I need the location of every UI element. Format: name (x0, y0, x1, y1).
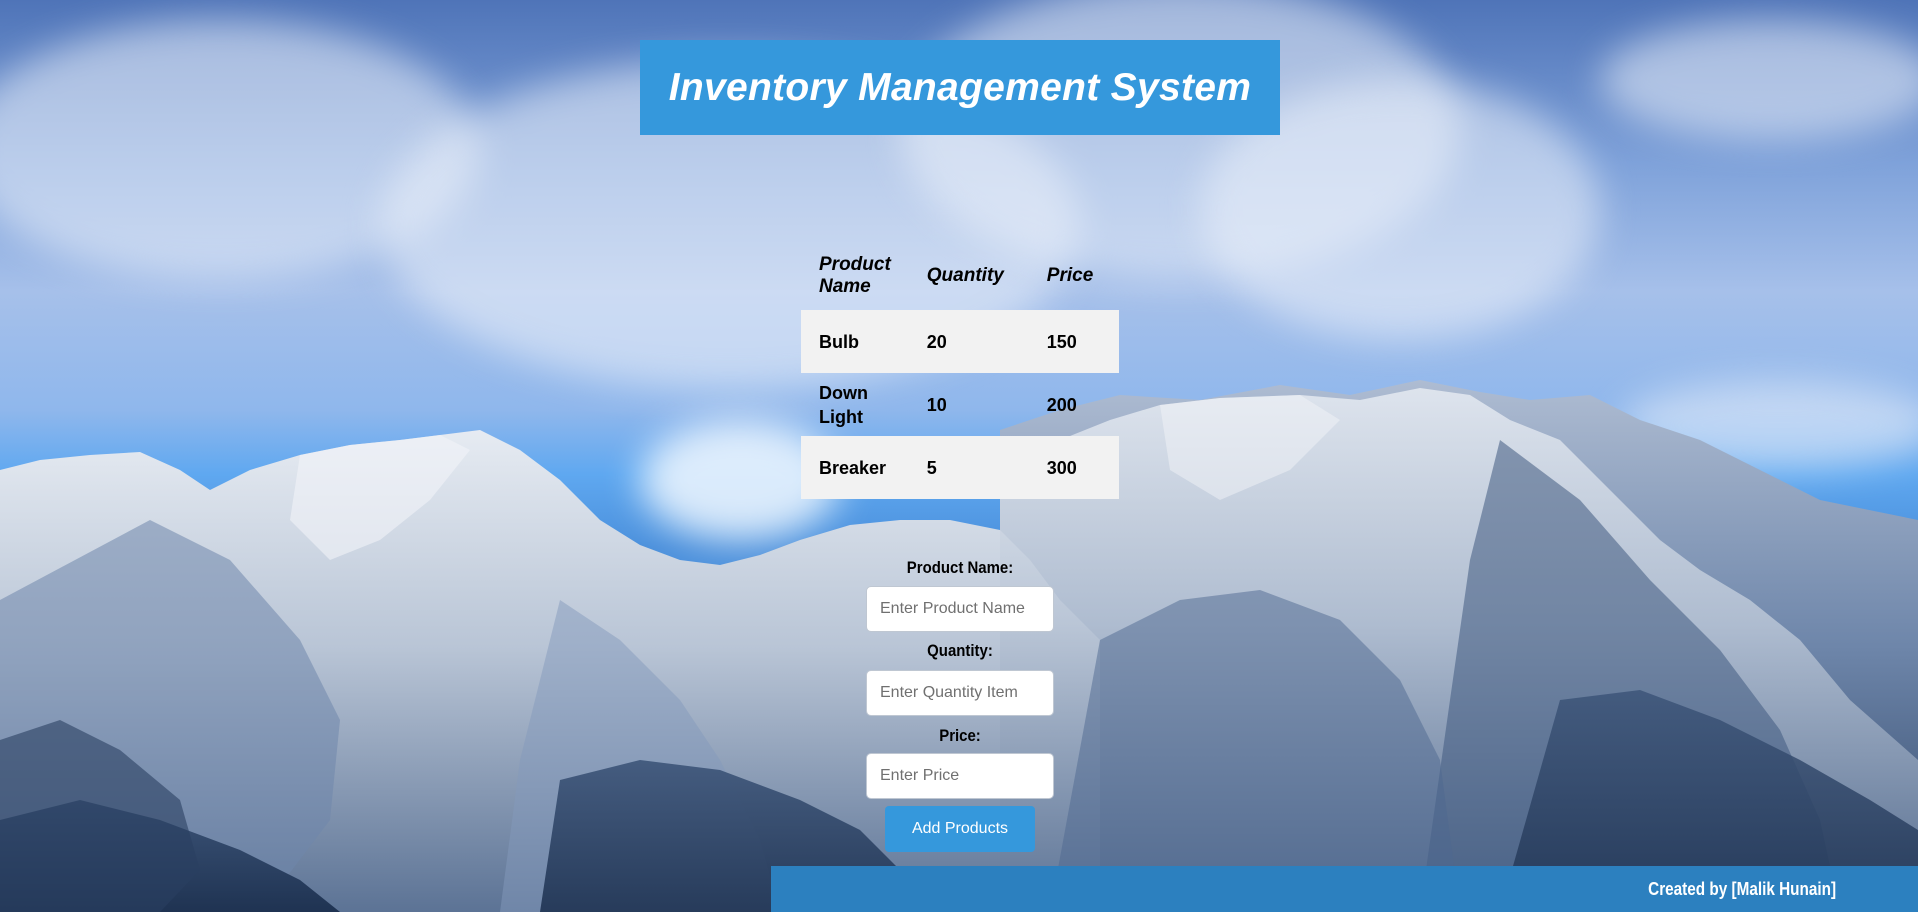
quantity-label: Quantity: (927, 641, 993, 660)
quantity-input[interactable] (866, 670, 1054, 716)
price-input[interactable] (866, 753, 1054, 799)
table-header: Product Name Quantity Price (801, 242, 1119, 310)
footer-bar: Created by [Malik Hunain] (771, 866, 1918, 912)
page-title: Inventory Management System (668, 65, 1252, 109)
table-header-row: Product Name Quantity Price (801, 242, 1119, 310)
product-name-label: Product Name: (906, 558, 1014, 577)
cell-quantity: 5 (908, 436, 1029, 499)
table-row: Breaker 5 300 (801, 436, 1119, 499)
table-row: Bulb 20 150 (801, 310, 1119, 373)
column-header-price: Price (1046, 265, 1094, 286)
header-banner: Inventory Management System (640, 40, 1280, 135)
column-header-product-name: Product Name (819, 254, 891, 297)
cell-price: 300 (1028, 436, 1119, 499)
cell-product-name: Breaker (801, 436, 909, 499)
add-products-button[interactable]: Add Products (885, 806, 1035, 852)
cell-quantity: 10 (926, 394, 947, 415)
cell-product-name: Down Light (819, 382, 868, 427)
page-background: Inventory Management System Product Name… (0, 0, 1918, 912)
footer-credit: Created by [Malik Hunain] (1648, 879, 1836, 899)
cell-product-name: Bulb (801, 310, 909, 373)
table-body: Bulb 20 150 Down Light 10 200 Breaker 5 … (801, 310, 1119, 499)
cell-price: 150 (1028, 310, 1119, 373)
cell-quantity: 20 (908, 310, 1029, 373)
table-row: Down Light 10 200 (801, 373, 1119, 436)
cell-price: 200 (1046, 394, 1077, 415)
column-header-quantity: Quantity (926, 265, 1004, 286)
inventory-table: Product Name Quantity Price Bulb 20 150 … (801, 242, 1119, 499)
price-label: Price: (939, 726, 981, 745)
product-name-input[interactable] (866, 586, 1054, 632)
